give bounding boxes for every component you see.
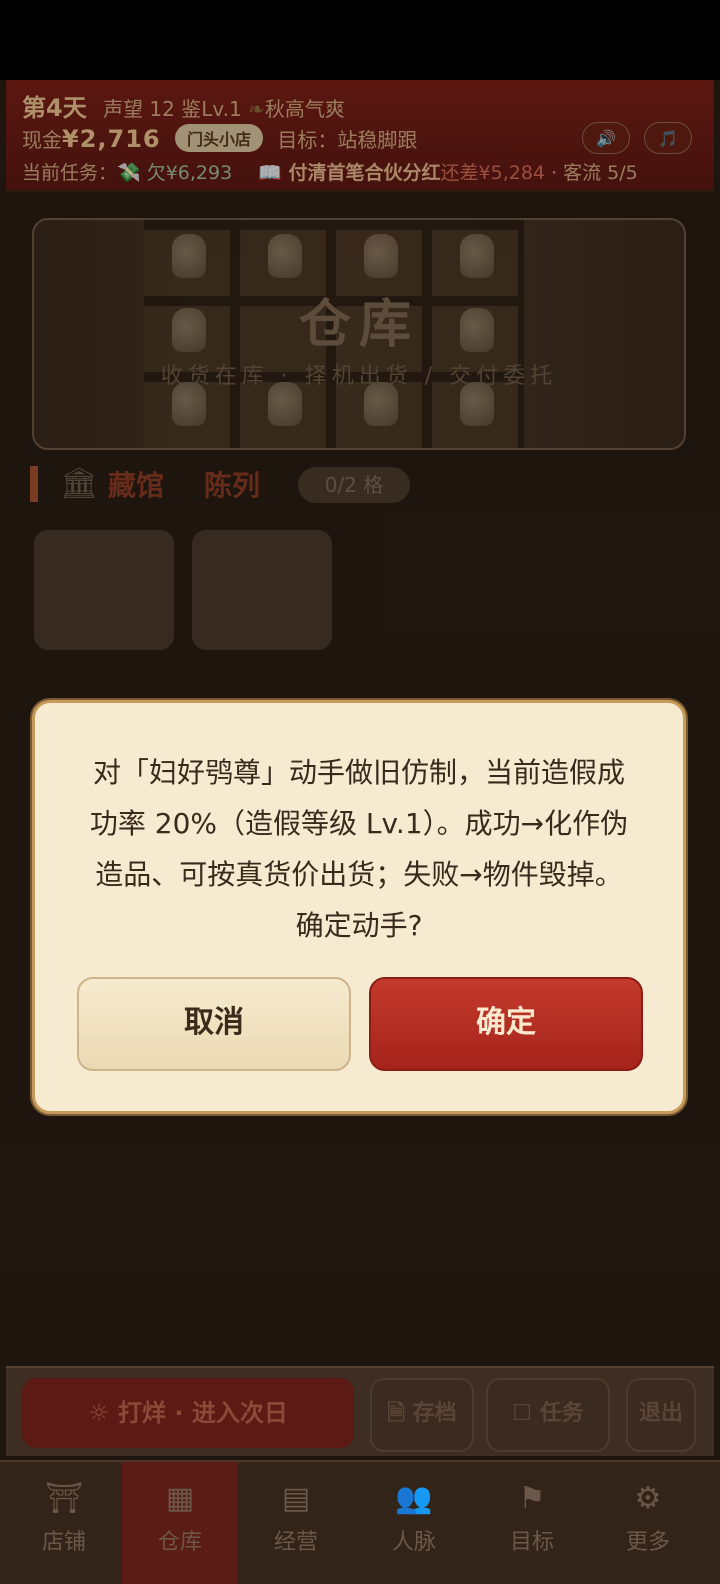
more-icon: ⚙	[634, 1481, 662, 1516]
dialog-line: 造品、可按真货价出货；失败→物件毁掉。	[95, 858, 623, 891]
tab-warehouse[interactable]: ▦ 仓库	[122, 1462, 238, 1584]
tasks-label: 任务	[539, 1401, 584, 1426]
tab-label: 人脉	[391, 1530, 436, 1555]
tab-label: 经营	[273, 1530, 318, 1555]
dialog-line: 确定动手?	[295, 909, 423, 942]
flag-icon: ⚑	[518, 1481, 546, 1516]
tab-label: 更多	[625, 1530, 670, 1555]
dialog-message: 对「妇好鸮尊」动手做旧仿制，当前造假成 功率 20%（造假等级 Lv.1）。成功…	[71, 747, 647, 951]
tab-goals[interactable]: ⚑ 目标	[474, 1462, 590, 1584]
people-icon: 👥	[395, 1481, 433, 1516]
tab-business[interactable]: ▤ 经营	[238, 1462, 354, 1584]
tab-more[interactable]: ⚙ 更多	[590, 1462, 706, 1584]
save-icon: 🗎	[387, 1401, 405, 1426]
checklist-icon: ☐	[512, 1401, 533, 1426]
app-screen: 第4天 声望 12 鉴Lv.1 ❧秋高气爽 现金¥2,716 门头小店 目标：站…	[0, 80, 720, 1584]
dialog-line: 对「妇好鸮尊」动手做旧仿制，当前造假成	[92, 756, 625, 789]
warehouse-icon: ▦	[165, 1481, 195, 1516]
confirm-button[interactable]: 确定	[369, 977, 643, 1071]
tab-contacts[interactable]: 👥 人脉	[356, 1462, 472, 1584]
save-label: 存档	[412, 1401, 457, 1426]
tab-label: 仓库	[157, 1530, 202, 1555]
tasks-button[interactable]: ☐ 任务	[486, 1378, 610, 1452]
exit-button[interactable]: 退出	[626, 1378, 696, 1452]
tab-shop[interactable]: ⛩ 店铺	[6, 1462, 122, 1584]
tab-label: 目标	[509, 1530, 554, 1555]
bottom-tab-bar: ⛩ 店铺 ▦ 仓库 ▤ 经营 👥 人脉 ⚑ 目标 ⚙ 更多	[0, 1460, 720, 1584]
action-bar: ☼ 打烊 · 进入次日 🗎 存档 ☐ 任务 退出	[6, 1366, 714, 1456]
shop-icon: ⛩	[44, 1481, 84, 1516]
confirm-forge-dialog: 对「妇好鸮尊」动手做旧仿制，当前造假成 功率 20%（造假等级 Lv.1）。成功…	[32, 700, 686, 1114]
next-day-button[interactable]: ☼ 打烊 · 进入次日	[22, 1378, 354, 1448]
tab-label: 店铺	[41, 1530, 86, 1555]
ledger-icon: ▤	[281, 1481, 311, 1516]
dialog-line: 功率 20%（造假等级 Lv.1）。成功→化作伪	[89, 807, 629, 840]
cancel-button[interactable]: 取消	[77, 977, 351, 1071]
save-button[interactable]: 🗎 存档	[370, 1378, 474, 1452]
